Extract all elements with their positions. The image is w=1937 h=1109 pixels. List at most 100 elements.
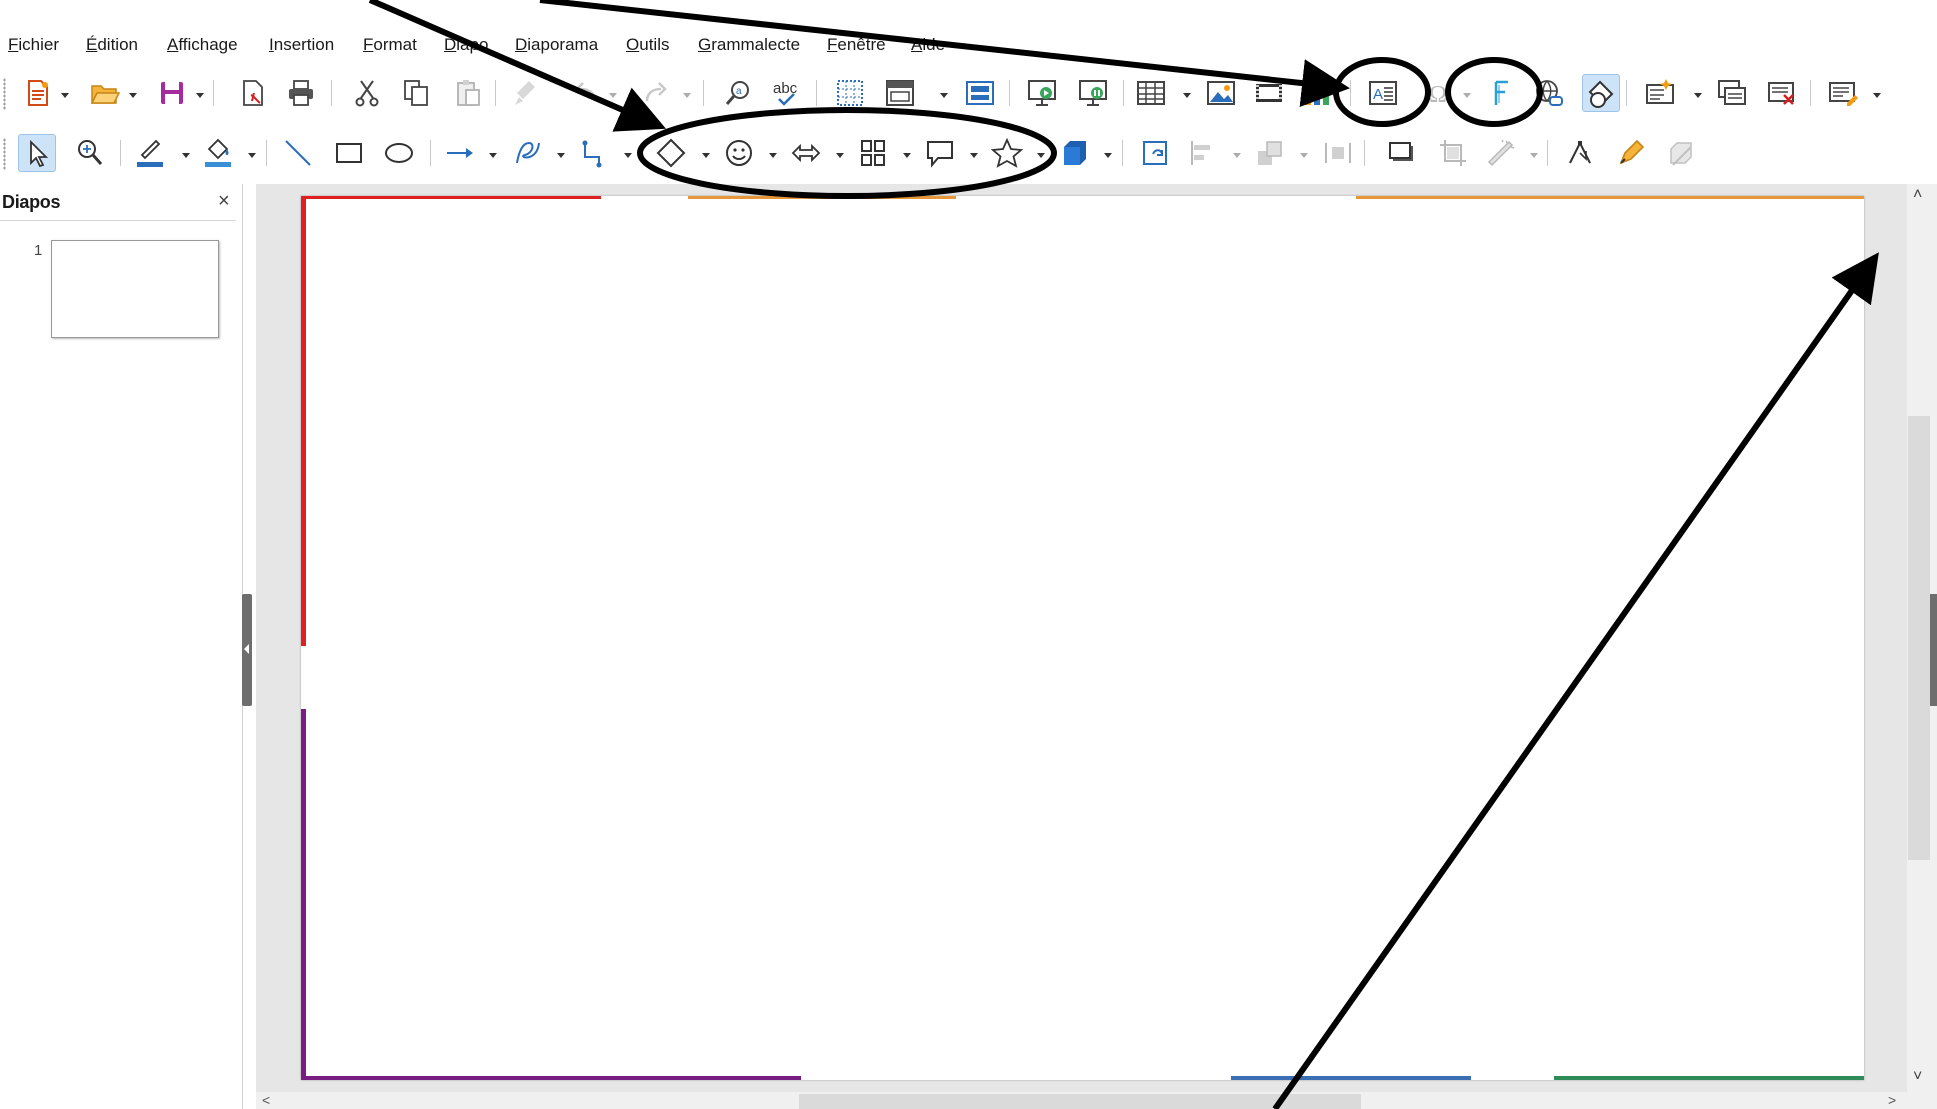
media-icon[interactable] <box>1250 74 1288 112</box>
scroll-left-icon[interactable]: < <box>262 1092 270 1108</box>
basic-shapes-icon[interactable] <box>652 134 690 172</box>
align-icon[interactable] <box>1184 134 1222 172</box>
toolbar-grip[interactable] <box>3 138 6 170</box>
fill-color-dropdown-icon[interactable] <box>245 134 259 172</box>
open-icon[interactable] <box>86 74 124 112</box>
paste-icon[interactable] <box>449 74 487 112</box>
cut-icon[interactable] <box>348 74 386 112</box>
new-dropdown-icon[interactable] <box>58 74 72 112</box>
rectangle-icon[interactable] <box>330 134 368 172</box>
zoom-pan-icon[interactable] <box>71 134 109 172</box>
table-dropdown-icon[interactable] <box>1180 74 1194 112</box>
arrow-line-dropdown-icon[interactable] <box>486 134 500 172</box>
undo-icon[interactable] <box>568 74 606 112</box>
new-icon[interactable] <box>18 74 56 112</box>
3d-objects-dropdown-icon[interactable] <box>1101 134 1115 172</box>
symbol-shapes-dropdown-icon[interactable] <box>766 134 780 172</box>
copy-icon[interactable] <box>397 74 435 112</box>
basic-shapes-dropdown-icon[interactable] <box>699 134 713 172</box>
filter-icon[interactable] <box>1481 134 1519 172</box>
special-character-icon[interactable]: Ω <box>1422 74 1460 112</box>
sidebar-handle[interactable] <box>1930 594 1937 706</box>
spelling-icon[interactable]: abc <box>768 74 806 112</box>
chart-icon[interactable] <box>1298 74 1336 112</box>
slide-thumbnail[interactable] <box>51 240 219 338</box>
symbol-shapes-icon[interactable] <box>720 134 758 172</box>
scroll-down-icon[interactable]: ˅ <box>1913 1068 1922 1086</box>
shadow-icon[interactable] <box>1383 134 1421 172</box>
select-icon[interactable] <box>18 134 56 172</box>
slide-canvas[interactable] <box>301 196 1864 1080</box>
callouts-icon[interactable] <box>921 134 959 172</box>
master-slide-icon[interactable] <box>881 74 919 112</box>
stars-dropdown-icon[interactable] <box>1034 134 1048 172</box>
glue-points-icon[interactable] <box>1612 134 1650 172</box>
3d-objects-icon[interactable] <box>1055 134 1093 172</box>
connectors-icon[interactable] <box>576 134 614 172</box>
special-character-dropdown-icon[interactable] <box>1460 74 1474 112</box>
delete-slide-icon[interactable] <box>1763 74 1801 112</box>
stars-icon[interactable] <box>988 134 1026 172</box>
new-slide-dropdown-icon[interactable] <box>1691 74 1705 112</box>
draw-functions-icon[interactable] <box>1582 74 1620 112</box>
curves-icon[interactable] <box>508 134 546 172</box>
clone-formatting-icon[interactable] <box>508 74 546 112</box>
menu-format[interactable]: Format <box>363 35 417 55</box>
points-icon[interactable] <box>1561 134 1599 172</box>
text-box-icon[interactable]: A <box>1364 74 1402 112</box>
toggle-extrusion-icon[interactable] <box>1662 134 1700 172</box>
new-slide-icon[interactable] <box>1641 74 1679 112</box>
crop-icon[interactable] <box>1434 134 1472 172</box>
distribute-icon[interactable] <box>1319 134 1357 172</box>
close-icon[interactable]: × <box>218 190 230 213</box>
undo-dropdown-icon[interactable] <box>606 74 620 112</box>
arrow-line-icon[interactable] <box>441 134 479 172</box>
start-current-slide-icon[interactable] <box>1074 74 1112 112</box>
flowchart-dropdown-icon[interactable] <box>900 134 914 172</box>
flowchart-icon[interactable] <box>854 134 892 172</box>
filter-dropdown-icon[interactable] <box>1527 134 1541 172</box>
menu-diaporama[interactable]: Diaporama <box>515 35 598 55</box>
scroll-right-icon[interactable]: > <box>1888 1092 1896 1108</box>
callouts-dropdown-icon[interactable] <box>967 134 981 172</box>
save-dropdown-icon[interactable] <box>193 74 207 112</box>
menu-aide[interactable]: Aide <box>911 35 945 55</box>
open-dropdown-icon[interactable] <box>126 74 140 112</box>
arrange-icon[interactable] <box>1251 134 1289 172</box>
redo-icon[interactable] <box>636 74 674 112</box>
display-views-icon[interactable] <box>1824 74 1862 112</box>
find-replace-icon[interactable]: a <box>719 74 757 112</box>
duplicate-slide-icon[interactable] <box>1713 74 1751 112</box>
block-arrows-dropdown-icon[interactable] <box>833 134 847 172</box>
menu-edition[interactable]: Édition <box>86 35 138 55</box>
block-arrows-icon[interactable] <box>787 134 825 172</box>
slide-layout-icon[interactable] <box>961 74 999 112</box>
connectors-dropdown-icon[interactable] <box>621 134 635 172</box>
menu-fichier[interactable]: Fichier <box>8 35 59 55</box>
line-color-dropdown-icon[interactable] <box>179 134 193 172</box>
line-icon[interactable] <box>279 134 317 172</box>
print-icon[interactable] <box>282 74 320 112</box>
menu-diapo[interactable]: Diapo <box>444 35 488 55</box>
line-color-icon[interactable] <box>131 134 169 172</box>
export-pdf-icon[interactable] <box>234 74 272 112</box>
fill-color-icon[interactable] <box>199 134 237 172</box>
collapse-pane-handle[interactable] <box>242 594 252 706</box>
hyperlink-icon[interactable] <box>1530 74 1568 112</box>
menu-grammalecte[interactable]: Grammalecte <box>698 35 800 55</box>
fontwork-icon[interactable] <box>1483 74 1521 112</box>
image-icon[interactable] <box>1202 74 1240 112</box>
toolbar-grip[interactable] <box>3 78 6 110</box>
curves-dropdown-icon[interactable] <box>554 134 568 172</box>
rotate-icon[interactable] <box>1136 134 1174 172</box>
display-grid-icon[interactable] <box>831 74 869 112</box>
start-first-slide-icon[interactable] <box>1023 74 1061 112</box>
menu-fenetre[interactable]: Fenêtre <box>827 35 886 55</box>
ellipse-icon[interactable] <box>380 134 418 172</box>
display-views-dropdown-icon[interactable] <box>1870 74 1884 112</box>
vertical-scrollbar-thumb[interactable] <box>1908 416 1930 860</box>
menu-outils[interactable]: Outils <box>626 35 669 55</box>
align-dropdown-icon[interactable] <box>1230 134 1244 172</box>
table-icon[interactable] <box>1132 74 1170 112</box>
master-slide-dropdown-icon[interactable] <box>937 74 951 112</box>
